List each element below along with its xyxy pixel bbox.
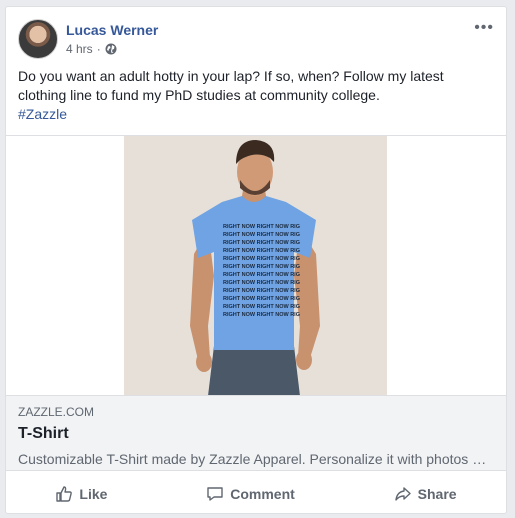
like-button[interactable]: Like [55,485,107,503]
meta-separator: · [96,42,101,56]
action-bar: Like Comment Share [6,479,506,509]
tshirt-model-image: RIGHT NOW RIGHT NOW RIG RIGHT NOW RIGHT … [124,136,387,396]
share-button[interactable]: Share [394,485,457,503]
shirt-print-line: RIGHT NOW RIGHT NOW RIG [223,304,300,310]
post-meta: 4 hrs · [66,42,117,56]
hashtag-link[interactable]: #Zazzle [18,105,488,124]
post-body: Do you want an adult hotty in your lap? … [18,68,444,103]
shirt-print-line: RIGHT NOW RIGHT NOW RIG [223,256,300,262]
like-label: Like [79,486,108,502]
link-preview-info[interactable]: ZAZZLE.COM T-Shirt Customizable T-Shirt … [6,395,506,471]
link-preview-image-area[interactable]: RIGHT NOW RIGHT NOW RIG RIGHT NOW RIGHT … [6,135,506,396]
globe-icon[interactable] [105,43,117,55]
shirt-print-line: RIGHT NOW RIGHT NOW RIG [223,272,300,278]
link-description: Customizable T-Shirt made by Zazzle Appa… [18,451,494,467]
share-arrow-icon [394,487,411,501]
shirt-print-line: RIGHT NOW RIGHT NOW RIG [223,288,300,294]
shirt-print-line: RIGHT NOW RIGHT NOW RIG [223,312,300,318]
post-card: Lucas Werner 4 hrs · ••• Do you want an … [5,6,507,514]
post-timestamp[interactable]: 4 hrs [66,42,93,56]
more-horizontal-icon[interactable]: ••• [474,20,494,36]
shirt-print-line: RIGHT NOW RIGHT NOW RIG [223,232,300,238]
shirt-print-line: RIGHT NOW RIGHT NOW RIG [223,248,300,254]
comment-button[interactable]: Comment [206,485,295,503]
link-title[interactable]: T-Shirt [18,425,494,443]
comment-icon [207,487,223,501]
thumbs-up-icon [56,486,73,502]
product-photo[interactable]: RIGHT NOW RIGHT NOW RIG RIGHT NOW RIGHT … [124,136,387,396]
shirt-print-line: RIGHT NOW RIGHT NOW RIG [223,280,300,286]
shirt-print-line: RIGHT NOW RIGHT NOW RIG [223,240,300,246]
shirt-print-line: RIGHT NOW RIGHT NOW RIG [223,224,300,230]
avatar[interactable] [18,19,58,59]
author-name[interactable]: Lucas Werner [66,22,158,38]
post-text: Do you want an adult hotty in your lap? … [18,67,488,124]
link-domain: ZAZZLE.COM [18,405,95,419]
post-header: Lucas Werner 4 hrs · ••• [18,19,494,63]
shirt-print-line: RIGHT NOW RIGHT NOW RIG [223,264,300,270]
comment-label: Comment [230,486,295,502]
share-label: Share [417,486,457,502]
shirt-print-line: RIGHT NOW RIGHT NOW RIG [223,296,300,302]
